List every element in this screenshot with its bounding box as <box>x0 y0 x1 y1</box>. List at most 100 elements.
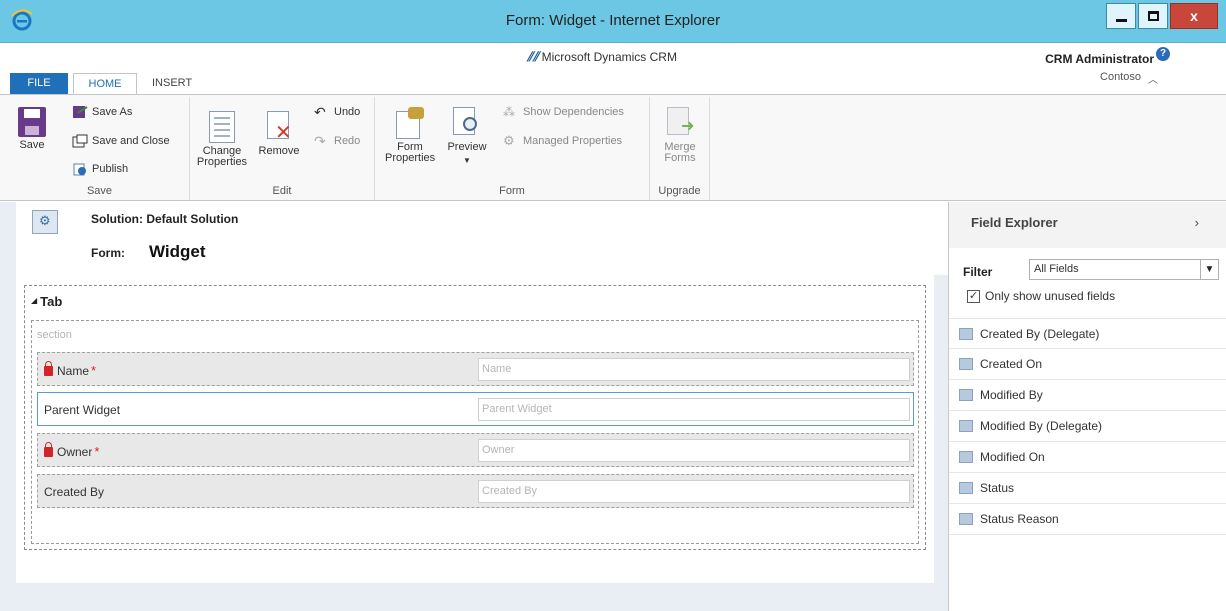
ribbon-group-edit-label: Edit <box>272 185 292 197</box>
field-list: Created By (Delegate) Created On Modifie… <box>949 318 1226 535</box>
form-properties-label-2: Properties <box>385 152 436 164</box>
field-explorer: Field Explorer › Filter All Fields ▼ ✓ O… <box>948 202 1226 611</box>
save-icon <box>18 107 46 137</box>
publish-icon <box>73 163 86 176</box>
managed-properties-button[interactable]: ⚙ Managed Properties <box>503 132 622 150</box>
help-icon[interactable]: ? <box>1156 47 1170 61</box>
form-properties-icon <box>394 107 426 139</box>
merge-forms-button[interactable]: ➜ Merge Forms <box>656 107 704 164</box>
field-icon <box>959 482 973 494</box>
form-settings-icon <box>32 210 58 234</box>
list-item-label: Status <box>980 481 1015 495</box>
save-button[interactable]: Save <box>12 107 52 151</box>
show-dependencies-button[interactable]: ⁂ Show Dependencies <box>503 103 624 121</box>
field-icon <box>959 451 973 463</box>
ribbon-group-upgrade-label: Upgrade <box>658 185 701 197</box>
form-canvas: ◢ Tab section Name * Name Parent Widget Pa… <box>16 275 934 583</box>
maximize-button[interactable] <box>1138 3 1168 29</box>
tab-title[interactable]: ◢ Tab <box>31 294 62 309</box>
list-item-label: Status Reason <box>980 512 1059 526</box>
filter-label: Filter <box>963 265 993 279</box>
window-title: Form: Widget - Internet Explorer <box>505 12 721 29</box>
publish-label: Publish <box>92 163 129 175</box>
field-label: Owner <box>57 444 93 459</box>
undo-label: Undo <box>334 106 361 118</box>
tab-file[interactable]: FILE <box>10 73 68 94</box>
form-label: Form: <box>91 246 125 260</box>
list-item[interactable]: Modified On <box>949 442 1226 473</box>
save-and-close-button[interactable]: Save and Close <box>72 132 170 150</box>
only-unused-checkbox[interactable]: ✓ Only show unused fields <box>967 289 1115 303</box>
save-label: Save <box>19 139 45 151</box>
redo-label: Redo <box>334 135 361 147</box>
redo-button[interactable]: ↷ Redo <box>314 132 360 150</box>
form-properties-button[interactable]: Form Properties <box>385 107 435 164</box>
field-icon <box>959 389 973 401</box>
window-title-bar: Form: Widget - Internet Explorer x <box>0 0 1226 43</box>
managed-properties-label: Managed Properties <box>523 135 623 147</box>
save-and-close-label: Save and Close <box>92 135 170 147</box>
minimize-icon <box>1116 19 1127 22</box>
section-title: section <box>37 329 72 341</box>
publish-button[interactable]: Publish <box>72 160 128 178</box>
change-properties-label-2: Properties <box>196 156 248 168</box>
undo-icon: ↶ <box>314 104 326 120</box>
remove-icon: ✕ <box>265 111 293 143</box>
field-name[interactable]: Name * Name <box>37 352 914 386</box>
field-created-by[interactable]: Created By Created By <box>37 474 914 508</box>
field-input: Owner <box>478 439 910 462</box>
close-button[interactable]: x <box>1170 3 1218 29</box>
remove-label: Remove <box>258 145 300 157</box>
field-input: Parent Widget <box>478 398 910 421</box>
preview-button[interactable]: Preview ▼ <box>445 107 489 166</box>
remove-button[interactable]: ✕ Remove <box>256 111 302 157</box>
filter-value: All Fields <box>1034 263 1079 275</box>
checkbox-checked-icon[interactable]: ✓ <box>967 289 980 303</box>
field-label: Created By <box>44 485 105 499</box>
collapse-triangle-icon[interactable]: ◢ <box>31 296 37 305</box>
save-and-close-icon <box>72 134 88 148</box>
field-input: Name <box>478 358 910 381</box>
save-as-label: Save As <box>92 106 133 118</box>
field-explorer-header: Field Explorer › <box>949 202 1226 248</box>
chevron-right-icon[interactable]: › <box>1195 215 1199 230</box>
list-item-label: Created By (Delegate) <box>980 326 1100 341</box>
user-name[interactable]: CRM Administrator <box>1045 52 1154 66</box>
form-section[interactable]: section Name * Name Parent Widget Parent … <box>31 320 919 544</box>
redo-icon: ↷ <box>314 133 326 149</box>
chevron-down-icon: ▼ <box>463 156 471 165</box>
form-editor: Solution: Default Solution Form: Widget … <box>0 202 948 611</box>
filter-select[interactable]: All Fields ▼ <box>1029 259 1219 280</box>
required-asterisk: * <box>91 363 97 378</box>
lock-icon <box>44 441 53 457</box>
tab-insert[interactable]: INSERT <box>142 73 202 94</box>
undo-button[interactable]: ↶ Undo <box>314 103 360 121</box>
field-owner[interactable]: Owner * Owner <box>37 433 914 467</box>
list-item-label: Modified By <box>980 388 1043 402</box>
chevron-down-icon[interactable]: ▼ <box>1200 260 1218 279</box>
ribbon-group-save-label: Save <box>86 185 113 197</box>
list-item-label: Modified By (Delegate) <box>980 419 1103 433</box>
list-item[interactable]: Modified By <box>949 380 1226 411</box>
tab-home[interactable]: HOME <box>73 73 137 95</box>
tab-title-label: Tab <box>40 294 63 309</box>
list-item[interactable]: Created By (Delegate) <box>949 318 1226 349</box>
merge-forms-icon: ➜ <box>665 107 695 139</box>
change-properties-button[interactable]: Change Properties <box>196 111 248 168</box>
list-item[interactable]: Modified By (Delegate) <box>949 411 1226 442</box>
field-icon <box>959 327 973 340</box>
save-as-button[interactable]: Save As <box>72 103 132 121</box>
form-tab[interactable]: ◢ Tab section Name * Name Parent Widget Pa… <box>24 285 926 550</box>
list-item[interactable]: Status Reason <box>949 504 1226 535</box>
minimize-button[interactable] <box>1106 3 1136 29</box>
field-label: Name <box>57 363 90 378</box>
list-item[interactable]: Status <box>949 473 1226 504</box>
list-item[interactable]: Created On <box>949 349 1226 380</box>
list-item-label: Created On <box>980 357 1043 371</box>
change-properties-icon <box>209 111 235 143</box>
crm-logo: ⫽⫽ Microsoft Dynamics CRM <box>527 49 677 65</box>
merge-forms-label-2: Forms <box>664 152 696 164</box>
field-parent-widget[interactable]: Parent Widget Parent Widget <box>37 392 914 426</box>
field-label: Parent Widget <box>44 403 121 417</box>
field-icon <box>959 420 973 432</box>
